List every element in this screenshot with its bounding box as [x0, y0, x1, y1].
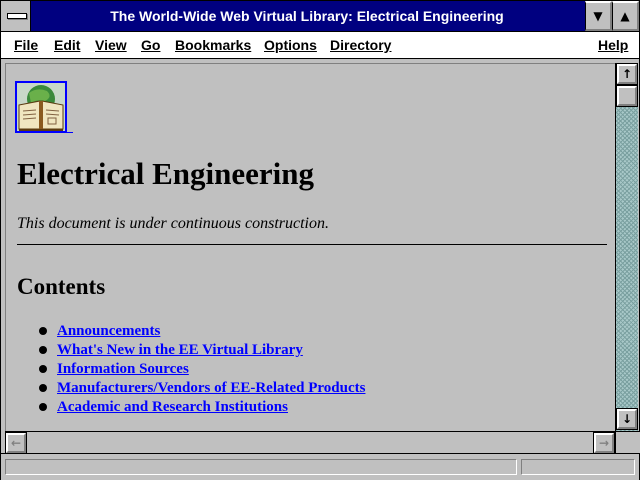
- status-message: [5, 459, 517, 475]
- menu-bookmarks[interactable]: Bookmarks: [175, 32, 251, 58]
- menu-go-label: Go: [141, 37, 161, 53]
- vertical-scrollbar[interactable]: ↑ ↓: [615, 63, 638, 431]
- list-item: What's New in the EE Virtual Library: [6, 341, 365, 360]
- menu-options[interactable]: Options: [264, 32, 317, 58]
- menu-view[interactable]: View: [95, 32, 127, 58]
- link-whats-new[interactable]: What's New in the EE Virtual Library: [57, 342, 303, 358]
- menu-bar: File Edit View Go Bookmarks Options Dire…: [1, 32, 639, 59]
- menu-bookmarks-label: Bookmarks: [175, 37, 252, 53]
- list-item: Announcements: [6, 322, 365, 341]
- status-bar: [1, 453, 639, 480]
- link-manufacturers-vendors[interactable]: Manufacturers/Vendors of EE-Related Prod…: [57, 380, 365, 396]
- maximize-button[interactable]: ▲: [612, 1, 639, 31]
- construction-note: This document is under continuous constr…: [17, 215, 329, 232]
- contents-heading: Contents: [17, 274, 106, 299]
- link-information-sources[interactable]: Information Sources: [57, 361, 189, 377]
- scroll-right-button[interactable]: →: [593, 432, 615, 454]
- list-item: Manufacturers/Vendors of EE-Related Prod…: [6, 379, 365, 398]
- system-menu-button[interactable]: [1, 1, 31, 31]
- book-globe-icon[interactable]: [15, 81, 67, 133]
- progress-indicator: [521, 459, 635, 475]
- vertical-scroll-thumb[interactable]: [616, 85, 638, 107]
- menu-edit[interactable]: Edit: [54, 32, 80, 58]
- bullet-icon: [39, 365, 47, 373]
- scroll-left-button[interactable]: ←: [5, 432, 27, 454]
- link-announcements[interactable]: Announcements: [57, 323, 160, 339]
- scroll-down-button[interactable]: ↓: [616, 408, 638, 430]
- browser-window: The World-Wide Web Virtual Library: Elec…: [0, 0, 640, 480]
- scroll-up-button[interactable]: ↑: [616, 63, 638, 85]
- scrollbar-corner: [615, 431, 640, 453]
- contents-list: Announcements What's New in the EE Virtu…: [6, 322, 365, 417]
- page-title: Electrical Engineering: [17, 156, 315, 191]
- link-academic-research[interactable]: Academic and Research Institutions: [57, 399, 288, 415]
- book-globe-graphic: [17, 83, 65, 131]
- horizontal-rule: [17, 244, 607, 245]
- list-item: Information Sources: [6, 360, 365, 379]
- document-view[interactable]: Electrical Engineering This document is …: [5, 63, 616, 432]
- bullet-icon: [39, 403, 47, 411]
- title-bar[interactable]: The World-Wide Web Virtual Library: Elec…: [1, 1, 639, 32]
- menu-help[interactable]: Help: [598, 32, 628, 58]
- system-menu-icon: [7, 13, 27, 19]
- menu-options-label: Options: [264, 37, 317, 53]
- menu-view-label: View: [95, 37, 127, 53]
- bullet-icon: [39, 346, 47, 354]
- bullet-icon: [39, 327, 47, 335]
- horizontal-scrollbar[interactable]: ← →: [5, 431, 615, 454]
- menu-file[interactable]: File: [14, 32, 38, 58]
- menu-help-label: Help: [598, 37, 629, 53]
- menu-directory[interactable]: Directory: [330, 32, 391, 58]
- menu-go[interactable]: Go: [141, 32, 160, 58]
- window-title: The World-Wide Web Virtual Library: Elec…: [110, 8, 504, 24]
- menu-directory-label: Directory: [330, 37, 392, 53]
- logo-link-underline: [67, 132, 73, 133]
- list-item: Academic and Research Institutions: [6, 398, 365, 417]
- bullet-icon: [39, 384, 47, 392]
- menu-file-label: File: [14, 37, 39, 53]
- minimize-button[interactable]: ▼: [585, 1, 612, 31]
- menu-edit-label: Edit: [54, 37, 81, 53]
